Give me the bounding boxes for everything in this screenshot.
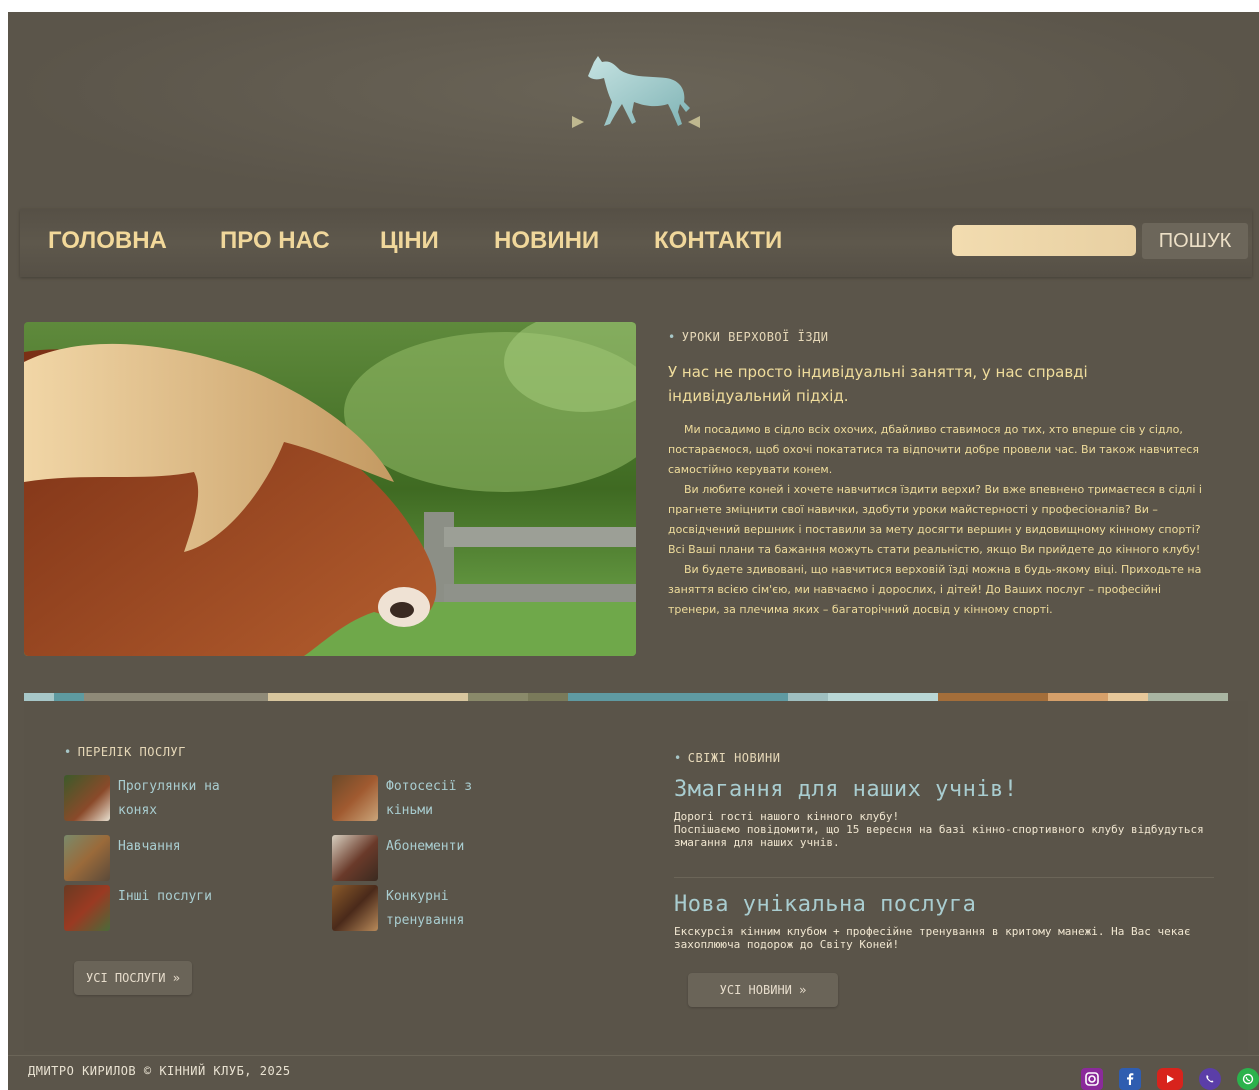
hero-horse-image	[24, 322, 636, 656]
news-body: Дорогі гості нашого кінного клубу! Поспі…	[674, 810, 1204, 849]
viber-icon[interactable]	[1199, 1068, 1221, 1090]
all-services-button[interactable]: УСІ ПОСЛУГИ »	[74, 961, 192, 995]
hero-paragraph: Ми посадимо в сідло всіх охочих, дбайлив…	[668, 423, 1200, 476]
color-strip-divider	[24, 693, 1248, 701]
instagram-icon[interactable]	[1081, 1068, 1103, 1090]
hero-body: Ми посадимо в сідло всіх охочих, дбайлив…	[668, 420, 1213, 620]
service-label: Конкурні тренування	[386, 889, 465, 928]
nav-home[interactable]: ГОЛОВНА	[48, 227, 167, 255]
news-section-label: • СВІЖІ НОВИНИ	[674, 751, 781, 765]
service-thumbnail	[64, 775, 110, 821]
social-links	[1065, 1068, 1259, 1090]
service-label: Абонементи	[386, 839, 465, 854]
news-title-link[interactable]: Змагання для наших учнів!	[674, 777, 1254, 802]
service-item-walks[interactable]: Прогулянки на конях	[64, 775, 294, 823]
service-thumbnail	[332, 775, 378, 821]
header	[8, 12, 1259, 207]
footer-divider	[8, 1055, 1259, 1056]
service-thumbnail	[64, 885, 110, 931]
service-item-other[interactable]: Інші послуги	[64, 885, 294, 931]
news-section: • СВІЖІ НОВИНИ Змагання для наших учнів! …	[674, 751, 1254, 1007]
hero-paragraph: Ви любите коней і хочете навчитися їздит…	[668, 483, 1202, 556]
service-thumbnail	[332, 885, 378, 931]
copyright-text: ДМИТРО КИРИЛОВ © КІННИЙ КЛУБ, 2025	[28, 1064, 291, 1078]
nav-about[interactable]: ПРО НАС	[220, 227, 330, 255]
bullet-icon: •	[674, 751, 682, 765]
bullet-icon: •	[64, 745, 72, 759]
lower-section: • ПЕРЕЛІК ПОСЛУГ Прогулянки на конях Фото…	[24, 701, 1248, 1051]
youtube-icon[interactable]	[1157, 1068, 1183, 1090]
search-input[interactable]	[952, 225, 1136, 256]
bullet-icon: •	[668, 330, 676, 344]
news-body: Екскурсія кінним клубом + професійне тре…	[674, 925, 1191, 951]
service-label: Інші послуги	[118, 889, 212, 904]
all-news-button[interactable]: УСІ НОВИНИ »	[688, 973, 838, 1007]
service-item-subscriptions[interactable]: Абонементи	[332, 835, 562, 881]
service-item-photoshoot[interactable]: Фотосесії з кіньми	[332, 775, 562, 823]
whatsapp-icon[interactable]	[1237, 1068, 1259, 1090]
hero-paragraph: Ви будете здивовані, що навчитися верхов…	[668, 563, 1202, 616]
service-thumbnail	[64, 835, 110, 881]
service-item-training[interactable]: Навчання	[64, 835, 294, 881]
news-title-link[interactable]: Нова унікальна послуга	[674, 892, 1254, 917]
horse-logo[interactable]	[486, 50, 786, 140]
facebook-icon[interactable]	[1119, 1068, 1141, 1090]
nav-prices[interactable]: ЦІНИ	[380, 227, 439, 255]
news-item: Змагання для наших учнів! Дорогі гості н…	[674, 777, 1254, 849]
news-item: Нова унікальна послуга Екскурсія кінним …	[674, 892, 1254, 951]
page: ГОЛОВНА ПРО НАС ЦІНИ НОВИНИ КОНТАКТИ ПОШ…	[8, 12, 1259, 1090]
service-label: Навчання	[118, 839, 181, 854]
news-divider	[674, 877, 1214, 878]
nav-contacts[interactable]: КОНТАКТИ	[654, 227, 782, 255]
hero-headline: У нас не просто індивідуальні заняття, у…	[668, 363, 1088, 405]
search-button[interactable]: ПОШУК	[1142, 223, 1248, 259]
service-thumbnail	[332, 835, 378, 881]
service-label: Прогулянки на конях	[118, 779, 220, 818]
services-section-label: • ПЕРЕЛІК ПОСЛУГ	[64, 745, 186, 759]
hero-section-label: • УРОКИ ВЕРХОВОЇ ЇЗДИ	[668, 330, 829, 344]
service-item-show-jumping[interactable]: Конкурні тренування	[332, 885, 562, 933]
nav-news[interactable]: НОВИНИ	[494, 227, 599, 255]
service-label: Фотосесії з кіньми	[386, 779, 473, 818]
hero-text-block: • УРОКИ ВЕРХОВОЇ ЇЗДИ У нас не просто інд…	[668, 330, 1213, 620]
main-nav: ГОЛОВНА ПРО НАС ЦІНИ НОВИНИ КОНТАКТИ ПОШ…	[20, 209, 1252, 277]
services-section: • ПЕРЕЛІК ПОСЛУГ Прогулянки на конях Фото…	[64, 745, 584, 995]
